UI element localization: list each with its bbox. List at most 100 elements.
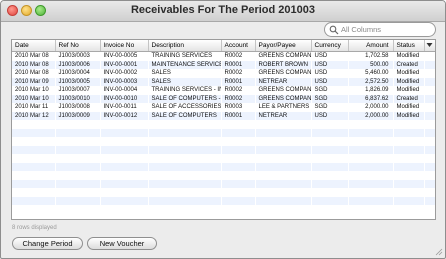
cell-amount — [348, 205, 393, 214]
change-period-button[interactable]: Change Period — [12, 237, 83, 250]
receivables-window: Receivables For The Period 201003 Date R… — [0, 0, 446, 259]
cell-invoice-no — [100, 120, 148, 129]
cell-account: R0001 — [221, 111, 255, 120]
cell-ref-no — [55, 188, 100, 197]
table-row[interactable]: 2010 Mar 11 J1003/0008 INV-00-0011 SALE OF … — [12, 103, 435, 112]
cell-amount — [348, 128, 393, 137]
cell-account — [221, 179, 255, 188]
cell-invoice-no — [100, 162, 148, 171]
cell-date: 2010 Mar 10 — [12, 94, 55, 103]
cell-currency — [311, 179, 348, 188]
rows-displayed-label: 8 rows displayed — [12, 225, 57, 231]
cell-ref-no — [55, 120, 100, 129]
window-title: Receivables For The Period 201003 — [130, 4, 316, 16]
column-header-ref-no[interactable]: Ref No — [55, 40, 101, 52]
empty-table-row — [12, 154, 435, 163]
cell-ref-no: J1003/0009 — [55, 111, 100, 120]
table-header-row: Date Ref No Invoice No Description Accou… — [12, 40, 435, 52]
cell-ref-no — [55, 128, 100, 137]
table-row[interactable]: 2010 Mar 10 J1003/0007 INV-00-0004 TRAINING… — [12, 86, 435, 95]
cell-description — [148, 205, 221, 214]
cell-ref-no — [55, 205, 100, 214]
table-row[interactable]: 2010 Mar 12 J1003/0009 INV-00-0012 SALE OF … — [12, 111, 435, 120]
column-options-button[interactable] — [424, 40, 435, 52]
cell-account — [221, 188, 255, 197]
cell-ref-no — [55, 171, 100, 180]
cell-payor-payee — [255, 154, 311, 163]
cell-ref-no — [55, 179, 100, 188]
cell-spacer — [424, 128, 435, 137]
cell-amount — [348, 196, 393, 205]
cell-status — [393, 171, 424, 180]
cell-ref-no: J1003/0007 — [55, 86, 100, 95]
table-row[interactable]: 2010 Mar 08 J1003/0003 INV-00-0005 TRAINING… — [12, 51, 435, 61]
column-header-status[interactable]: Status — [393, 40, 425, 52]
cell-description — [148, 137, 221, 146]
cell-spacer — [424, 179, 435, 188]
cell-currency — [311, 196, 348, 205]
cell-ref-no — [55, 154, 100, 163]
empty-table-row — [12, 196, 435, 205]
cell-payor-payee — [255, 188, 311, 197]
cell-payor-payee: GREENS COMPANY — [255, 86, 311, 95]
search-icon — [329, 25, 339, 35]
cell-invoice-no: INV-00-0003 — [100, 77, 148, 86]
cell-spacer — [424, 145, 435, 154]
cell-amount: 6,837.62 — [348, 94, 393, 103]
cell-amount: 2,000.00 — [348, 103, 393, 112]
cell-status: Modified — [393, 86, 424, 95]
cell-status: Created — [393, 60, 424, 69]
cell-account: R0002 — [221, 86, 255, 95]
column-header-payor-payee[interactable]: Payor/Payee — [255, 40, 312, 52]
resize-grip-icon[interactable] — [435, 248, 443, 256]
column-header-account[interactable]: Account — [221, 40, 256, 52]
cell-status: Modified — [393, 111, 424, 120]
cell-description: SALE OF COMPUTERS - IN — [148, 94, 221, 103]
cell-spacer — [424, 205, 435, 214]
table-row[interactable]: 2010 Mar 09 J1003/0005 INV-00-0003 SALES R00… — [12, 77, 435, 86]
search-input[interactable] — [341, 24, 433, 35]
cell-amount — [348, 162, 393, 171]
column-header-description[interactable]: Description — [148, 40, 222, 52]
cell-amount: 5,460.00 — [348, 69, 393, 78]
cell-description — [148, 171, 221, 180]
cell-amount: 500.00 — [348, 60, 393, 69]
empty-table-row — [12, 179, 435, 188]
cell-payor-payee: GREENS COMPANY — [255, 94, 311, 103]
cell-account: R0002 — [221, 69, 255, 78]
cell-currency — [311, 128, 348, 137]
cell-ref-no — [55, 145, 100, 154]
new-voucher-button[interactable]: New Voucher — [87, 237, 157, 250]
table-row[interactable]: 2010 Mar 08 J1003/0004 INV-00-0002 SALES R00… — [12, 69, 435, 78]
search-field[interactable] — [324, 22, 436, 37]
table-row[interactable]: 2010 Mar 08 J1003/0006 INV-00-0001 MAINTENA… — [12, 60, 435, 69]
cell-payor-payee — [255, 162, 311, 171]
cell-currency: USD — [311, 69, 348, 78]
cell-spacer — [424, 86, 435, 95]
table-row[interactable]: 2010 Mar 10 J1003/0010 INV-00-0010 SALE OF … — [12, 94, 435, 103]
empty-table-row — [12, 162, 435, 171]
column-header-date[interactable]: Date — [12, 40, 56, 52]
cell-account — [221, 154, 255, 163]
cell-payor-payee — [255, 171, 311, 180]
cell-description: SALE OF COMPUTERS — [148, 111, 221, 120]
column-header-amount[interactable]: Amount — [348, 40, 394, 52]
cell-payor-payee: NETREAR — [255, 77, 311, 86]
cell-ref-no: J1003/0006 — [55, 60, 100, 69]
cell-invoice-no — [100, 196, 148, 205]
cell-account — [221, 120, 255, 129]
cell-spacer — [424, 60, 435, 69]
cell-account: R0001 — [221, 77, 255, 86]
table-body: 2010 Mar 08 J1003/0003 INV-00-0005 TRAINING… — [12, 51, 435, 214]
cell-account: R0002 — [221, 51, 255, 61]
cell-date — [12, 205, 55, 214]
title-bar[interactable]: Receivables For The Period 201003 — [1, 1, 445, 22]
cell-account — [221, 162, 255, 171]
cell-ref-no: J1003/0008 — [55, 103, 100, 112]
cell-status — [393, 137, 424, 146]
receivables-table[interactable]: Date Ref No Invoice No Description Accou… — [11, 39, 436, 220]
cell-invoice-no — [100, 145, 148, 154]
column-header-invoice-no[interactable]: Invoice No — [100, 40, 149, 52]
column-header-currency[interactable]: Currency — [311, 40, 349, 52]
cell-date: 2010 Mar 08 — [12, 60, 55, 69]
